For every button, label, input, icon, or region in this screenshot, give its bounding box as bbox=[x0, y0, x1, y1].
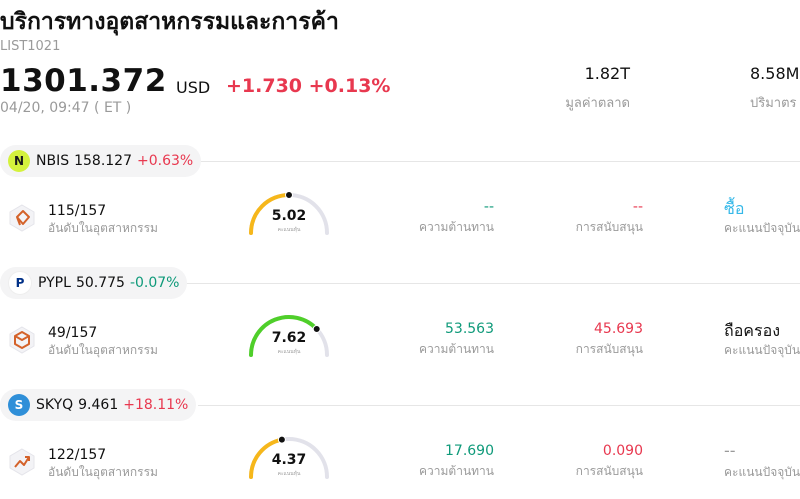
diamond-rank-icon bbox=[8, 204, 36, 232]
stock-chip-pypl[interactable]: P PYPL 50.775 -0.07% bbox=[0, 267, 188, 299]
price-change: +1.730 +0.13% bbox=[226, 75, 391, 97]
section-divider bbox=[183, 283, 800, 284]
trend-rank-icon bbox=[8, 448, 36, 476]
stock-symbol: NBIS bbox=[36, 153, 70, 169]
industry-rank-label: อันดับในอุตสาหกรรม bbox=[48, 465, 158, 479]
stock-chip-skyq[interactable]: S SKYQ 9.461 +18.11% bbox=[0, 389, 197, 421]
stock-score-value: 5.02 bbox=[271, 208, 307, 224]
support-label: การสนับสนุน bbox=[575, 220, 643, 234]
support-label: การสนับสนุน bbox=[575, 342, 643, 356]
stock-score-label: คะแนนหุ้น bbox=[277, 471, 301, 477]
stock-chip-nbis[interactable]: N NBIS 158.127 +0.63% bbox=[0, 145, 202, 177]
support-value: 45.693 bbox=[594, 321, 643, 337]
volume-label: ปริมาตร bbox=[750, 96, 797, 111]
volume-value: 8.58M bbox=[750, 64, 800, 83]
market-cap-label: มูลค่าตลาด bbox=[565, 96, 630, 111]
market-cap-value: 1.82T bbox=[584, 64, 630, 83]
section-divider bbox=[198, 161, 800, 162]
stock-symbol: SKYQ bbox=[36, 397, 74, 413]
index-price: 1301.372 bbox=[0, 63, 167, 99]
resistance-label: ความต้านทาน bbox=[419, 464, 494, 478]
stock-price: 50.775 bbox=[75, 275, 125, 291]
stock-symbol: PYPL bbox=[38, 275, 71, 291]
timestamp: 04/20, 09:47 ( ET ) bbox=[0, 100, 132, 116]
current-rating-label: คะแนนปัจจุบัน bbox=[724, 221, 800, 235]
page-title: บริการทางอุตสาหกรรมและการค้า bbox=[0, 9, 339, 35]
stock-change-pct: +0.63% bbox=[137, 153, 194, 169]
support-label: การสนับสนุน bbox=[575, 464, 643, 478]
industry-rank-value: 115/157 bbox=[48, 203, 107, 219]
stock-price: 9.461 bbox=[78, 397, 119, 413]
stock-price: 158.127 bbox=[74, 153, 132, 169]
support-value: 0.090 bbox=[602, 443, 643, 459]
stock-score-value: 4.37 bbox=[271, 452, 307, 468]
industry-rank-label: อันดับในอุตสาหกรรม bbox=[48, 343, 158, 357]
industry-rank-label: อันดับในอุตสาหกรรม bbox=[48, 221, 158, 235]
current-rating-value: -- bbox=[724, 441, 736, 460]
stock-change-pct: +18.11% bbox=[123, 397, 189, 413]
index-code: LIST1021 bbox=[0, 39, 61, 54]
current-rating-label: คะแนนปัจจุบัน bbox=[724, 465, 800, 479]
industry-rank-value: 122/157 bbox=[48, 447, 107, 463]
stock-logo-icon: P bbox=[8, 271, 32, 295]
resistance-label: ความต้านทาน bbox=[419, 342, 494, 356]
stock-change-pct: -0.07% bbox=[129, 275, 180, 291]
section-divider bbox=[198, 405, 800, 406]
current-rating-label: คะแนนปัจจุบัน bbox=[724, 343, 800, 357]
hexagon-rank-icon bbox=[8, 326, 36, 354]
resistance-value: 53.563 bbox=[445, 321, 494, 337]
stock-logo-icon: S bbox=[8, 394, 30, 416]
resistance-label: ความต้านทาน bbox=[419, 220, 494, 234]
stock-logo-icon: N bbox=[8, 150, 30, 172]
support-value: -- bbox=[632, 199, 643, 215]
stock-score-label: คะแนนหุ้น bbox=[277, 227, 301, 233]
industry-rank-value: 49/157 bbox=[48, 325, 98, 341]
stock-score-label: คะแนนหุ้น bbox=[277, 349, 301, 355]
stock-score-value: 7.62 bbox=[271, 330, 307, 346]
resistance-value: -- bbox=[483, 199, 494, 215]
currency-label: USD bbox=[176, 78, 211, 97]
resistance-value: 17.690 bbox=[445, 443, 494, 459]
